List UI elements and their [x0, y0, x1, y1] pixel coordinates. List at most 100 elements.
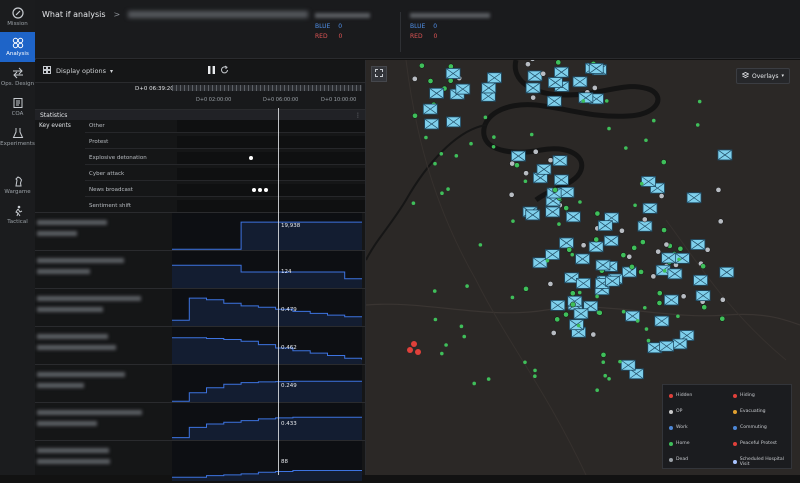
refresh-icon[interactable] [220, 65, 229, 77]
home-marker [642, 305, 647, 310]
event-row-protest: Protest [85, 136, 365, 149]
home-marker [478, 243, 483, 247]
metric-chart[interactable]: 0.462 [172, 327, 363, 367]
metric-name-redacted [37, 409, 162, 428]
person-marker [680, 293, 687, 300]
person-marker [660, 159, 667, 165]
home-marker [633, 203, 637, 208]
event-marker[interactable] [258, 188, 262, 192]
chevron-down-icon[interactable]: ▾ [110, 68, 113, 75]
home-marker [646, 338, 651, 343]
home-marker [570, 252, 575, 257]
score-blue-value: 0 [338, 23, 343, 30]
display-options-button[interactable]: Display options [56, 67, 106, 75]
score-panel-title-redacted [315, 13, 370, 18]
home-marker [424, 135, 428, 140]
home-marker [444, 343, 448, 347]
metric-chart[interactable]: 88 [172, 441, 362, 481]
nav-wargame[interactable]: Wargame [0, 170, 35, 200]
legend-item: Scheduled Hospital Visit [733, 457, 791, 467]
person-marker [629, 263, 635, 270]
legend-label: Dead [676, 457, 689, 462]
nav-ops-design[interactable]: Ops. Design [0, 62, 35, 92]
home-marker [491, 144, 496, 149]
legend-label: OP [676, 409, 683, 414]
pause-icon[interactable] [207, 65, 216, 77]
nav-experiments[interactable]: Experiments [0, 122, 35, 152]
hidden-marker [415, 349, 421, 355]
legend-swatch [669, 409, 673, 414]
home-marker [576, 323, 581, 328]
person-marker [655, 248, 662, 255]
metric-row: 0.249 [35, 364, 365, 405]
home-marker [454, 154, 459, 158]
legend-label: Hiding [740, 393, 755, 398]
overlays-dropdown[interactable]: Overlays ▾ [736, 68, 790, 84]
person-marker [719, 296, 726, 303]
legend-swatch [733, 441, 737, 446]
nav-analysis[interactable]: Analysis [0, 32, 35, 62]
person-marker [656, 290, 663, 296]
person-marker [525, 61, 531, 68]
person-marker [566, 246, 573, 253]
person-marker [626, 253, 633, 260]
metric-chart[interactable]: 124 [172, 251, 362, 291]
nav-label-coa: COA [11, 111, 24, 117]
person-marker [550, 330, 557, 336]
person-marker [569, 290, 576, 297]
home-marker [644, 327, 649, 331]
home-marker [644, 138, 648, 143]
scenario-name-redacted [128, 11, 309, 18]
event-track [177, 200, 365, 212]
chevron-down-icon: ▾ [781, 73, 784, 79]
more-options-icon[interactable]: ⋮ [355, 112, 361, 119]
page-title[interactable]: What if analysis [42, 10, 106, 19]
event-marker[interactable] [264, 188, 268, 192]
metric-chart[interactable]: 19,938 [172, 213, 362, 253]
home-marker [492, 135, 496, 139]
metric-chart[interactable]: 0.249 [172, 365, 362, 405]
metric-value: 0.462 [281, 345, 297, 351]
home-marker [440, 191, 444, 195]
home-marker [529, 132, 534, 137]
home-marker [469, 141, 473, 146]
expand-map-button[interactable] [371, 66, 387, 82]
nav-coa[interactable]: COA [0, 92, 35, 122]
metric-name-redacted [37, 257, 162, 276]
home-marker [432, 289, 437, 293]
nav-mission[interactable]: Mission [0, 2, 35, 32]
event-label: Other [89, 123, 105, 129]
legend-swatch [669, 441, 673, 446]
metric-value: 19,938 [281, 223, 301, 229]
timeline-tick-1: D+0 02:00:00 [196, 97, 232, 103]
score-red-value: 0 [338, 33, 343, 40]
home-marker [603, 373, 607, 378]
event-label: Cyber attack [89, 171, 125, 177]
breadcrumb: What if analysis > [42, 10, 309, 19]
home-marker [439, 151, 444, 156]
metric-chart[interactable]: 0.433 [172, 403, 362, 443]
map-view[interactable]: Overlays ▾ Hidden Hiding OP Evacuating Work C… [366, 60, 800, 475]
home-marker [604, 99, 609, 103]
header-divider [400, 12, 401, 52]
statistics-header[interactable]: Statistics ⋮ [35, 110, 365, 120]
legend-item: Evacuating [733, 409, 766, 414]
legend-label: Peaceful Protest [740, 441, 777, 446]
event-marker[interactable] [252, 188, 256, 192]
event-marker[interactable] [249, 156, 253, 160]
person-marker [508, 191, 515, 198]
river [366, 124, 487, 261]
person-marker [641, 216, 648, 223]
timeline-scrubber[interactable]: D+0 06:39:20 D+0 02:00:00 D+0 06:00:00 D… [35, 83, 365, 110]
nav-tactical[interactable]: Tactical [0, 200, 35, 230]
home-marker [697, 99, 702, 104]
metric-chart[interactable]: 0.479 [172, 289, 362, 329]
person-marker [447, 77, 454, 84]
home-marker [618, 359, 622, 364]
key-events-label: Key events [39, 123, 71, 129]
metric-row: 0.433 [35, 402, 365, 443]
analysis-icon [12, 37, 24, 49]
sparkline [172, 221, 362, 253]
timeline-track[interactable] [172, 85, 362, 91]
time-cursor[interactable] [278, 108, 279, 475]
